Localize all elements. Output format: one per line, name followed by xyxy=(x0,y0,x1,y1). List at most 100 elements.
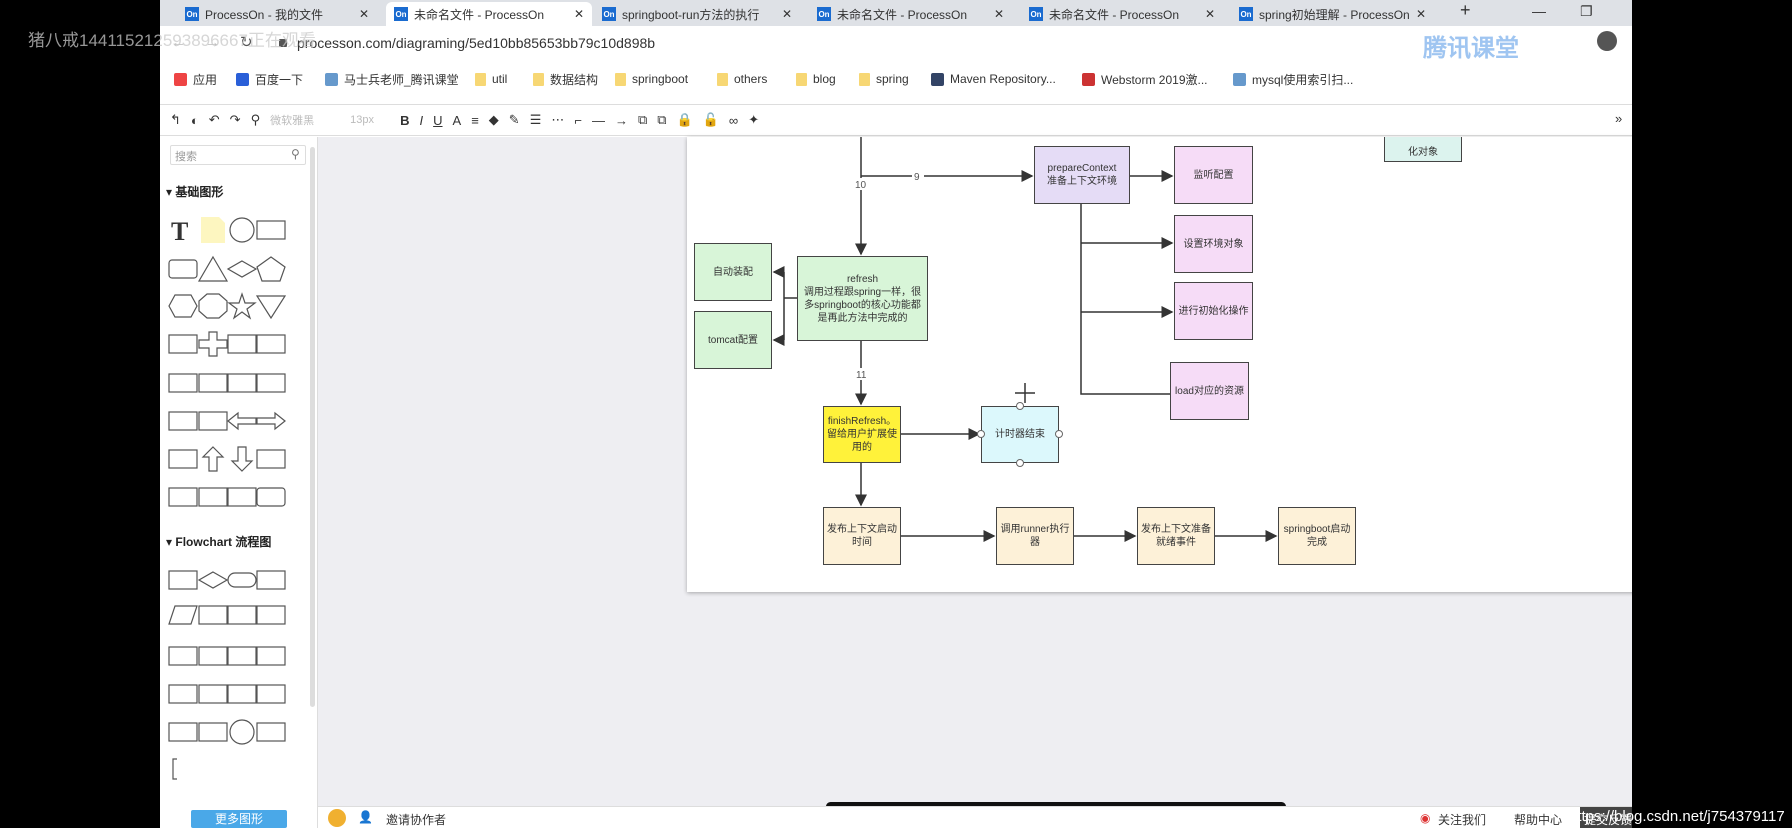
line-color-icon[interactable]: ✎ xyxy=(509,112,520,128)
node-env[interactable]: 设置环境对象 xyxy=(1174,215,1253,273)
redo-icon[interactable]: ↷ xyxy=(230,112,241,128)
format-painter-icon[interactable]: ↰ xyxy=(170,112,181,128)
align-button[interactable]: ≡ xyxy=(471,113,479,128)
bookmark[interactable]: blog xyxy=(796,72,836,86)
url-field[interactable]: processon.com/diagraming/5ed10bb85653bb7… xyxy=(297,35,655,51)
connector-shape-icon[interactable] xyxy=(226,718,258,746)
node-tomcat[interactable]: tomcat配置 xyxy=(694,311,772,369)
close-tab-icon[interactable]: ✕ xyxy=(574,7,584,21)
predefined-shape-icon[interactable] xyxy=(197,601,229,629)
loop-limit-shape-icon[interactable] xyxy=(197,718,229,746)
minimize-button[interactable]: — xyxy=(1532,3,1546,19)
arrow-right-shape-icon[interactable] xyxy=(255,407,287,435)
arrow-left-shape-icon[interactable] xyxy=(226,407,258,435)
corner-shape-icon[interactable] xyxy=(226,483,258,511)
close-tab-icon[interactable]: ✕ xyxy=(359,7,369,21)
underline-button[interactable]: U xyxy=(433,113,442,128)
brace-pair-shape-icon[interactable] xyxy=(167,369,199,397)
banner-shape-icon[interactable] xyxy=(167,330,199,358)
font-family-select[interactable]: 微软雅黑 xyxy=(270,112,340,128)
octagon-shape-icon[interactable] xyxy=(197,292,229,320)
undo-icon[interactable]: ↶ xyxy=(209,112,220,128)
u-arrow-rev-shape-icon[interactable] xyxy=(197,483,229,511)
bookmark[interactable]: others xyxy=(717,72,767,86)
brace-left-shape-icon[interactable] xyxy=(255,369,287,397)
u-arrow-shape-icon[interactable] xyxy=(167,483,199,511)
brace-right-shape-icon[interactable] xyxy=(226,369,258,397)
bookmark[interactable]: 百度一下 xyxy=(236,71,303,88)
search-icon[interactable]: ⚲ xyxy=(291,147,300,161)
preparation-shape-icon[interactable] xyxy=(197,680,229,708)
tab[interactable]: On 未命名文件 - ProcessOn ✕ xyxy=(809,2,1012,26)
circle-shape-icon[interactable] xyxy=(226,216,258,244)
tape-shape-icon[interactable] xyxy=(167,680,199,708)
section-basic-shapes[interactable]: ▾ 基础图形 xyxy=(166,183,223,200)
line-icon[interactable]: — xyxy=(592,113,605,128)
sequential-data-shape-icon[interactable] xyxy=(167,642,199,670)
arrow-both-shape-icon[interactable] xyxy=(167,445,199,473)
follow-us-link[interactable]: 关注我们 xyxy=(1438,811,1486,828)
lock-icon[interactable]: 🔒 xyxy=(677,112,693,128)
tab[interactable]: On spring初始理解 - ProcessOn ✕ xyxy=(1231,2,1434,26)
node-timer[interactable]: 计时器结束 xyxy=(981,406,1059,463)
line-width-icon[interactable]: ☰ xyxy=(530,112,542,128)
node-listen[interactable]: 监听配置 xyxy=(1174,146,1253,204)
node-init[interactable]: 进行初始化操作 xyxy=(1174,282,1253,340)
stored-data-shape-icon[interactable] xyxy=(226,601,258,629)
triangle-shape-icon[interactable] xyxy=(197,255,229,283)
close-tab-icon[interactable]: ✕ xyxy=(994,7,1004,21)
link-icon[interactable]: ∞ xyxy=(729,113,738,128)
arrow-style-icon[interactable]: → xyxy=(615,113,628,128)
manual-operation-shape-icon[interactable] xyxy=(226,680,258,708)
font-size-select[interactable]: 13px xyxy=(350,114,390,126)
new-tab-button[interactable]: + xyxy=(1460,0,1471,21)
annotation-shape-icon[interactable] xyxy=(167,755,199,783)
line-style-icon[interactable]: ⋯ xyxy=(551,112,564,128)
bookmark[interactable]: util xyxy=(475,72,507,86)
parallel-shape-icon[interactable] xyxy=(167,718,199,746)
hexagon-shape-icon[interactable] xyxy=(167,292,199,320)
magic-icon[interactable]: ✦ xyxy=(748,112,759,128)
shape-search-input[interactable]: 搜索 xyxy=(170,145,306,165)
more-shapes-button[interactable]: 更多图形 xyxy=(191,810,287,828)
tab[interactable]: On springboot-run方法的执行 ✕ xyxy=(594,2,800,26)
bookmark[interactable]: springboot xyxy=(615,72,688,86)
font-color-button[interactable]: A xyxy=(453,113,462,128)
close-tab-icon[interactable]: ✕ xyxy=(1416,7,1426,21)
manual-input-shape-icon[interactable] xyxy=(226,642,258,670)
node-done[interactable]: springboot启动完成 xyxy=(1278,507,1356,565)
arrow-up-shape-icon[interactable] xyxy=(197,445,229,473)
connector-type-icon[interactable]: ⌐ xyxy=(574,113,582,128)
direct-data-shape-icon[interactable] xyxy=(197,642,229,670)
node-refresh[interactable]: refresh 调用过程跟spring一样，很多springboot的核心功能都… xyxy=(797,256,928,341)
node-auto[interactable]: 自动装配 xyxy=(694,243,772,301)
sidebar-scrollbar[interactable] xyxy=(310,147,315,707)
help-center-link[interactable]: 帮助中心 xyxy=(1514,811,1562,828)
bracket-pair-shape-icon[interactable] xyxy=(197,369,229,397)
section-flowchart[interactable]: ▾ Flowchart 流程图 xyxy=(166,533,271,550)
arrow-updown-shape-icon[interactable] xyxy=(255,445,287,473)
node-hua[interactable]: 化对象 xyxy=(1384,137,1462,162)
inverted-triangle-shape-icon[interactable] xyxy=(255,292,287,320)
data-shape-icon[interactable] xyxy=(167,601,199,629)
offpage-shape-icon[interactable] xyxy=(255,718,287,746)
bookmark[interactable]: spring xyxy=(859,72,909,86)
diagram-canvas[interactable]: ✥ƒ▭▣▯↺✉ xyxy=(318,137,1632,811)
note-shape-icon[interactable] xyxy=(197,216,229,244)
rect-shape-icon[interactable] xyxy=(255,216,287,244)
star-shape-icon[interactable] xyxy=(226,292,258,320)
fill-color-icon[interactable]: ◆ xyxy=(489,112,499,128)
cross-shape-icon[interactable] xyxy=(197,330,229,358)
document-shape-icon[interactable] xyxy=(255,566,287,594)
tab[interactable]: On 未命名文件 - ProcessOn ✕ xyxy=(386,2,592,26)
bookmark[interactable]: 应用 xyxy=(174,71,217,88)
text-shape-icon[interactable]: T xyxy=(167,216,199,246)
cloud-shape-icon[interactable] xyxy=(226,330,258,358)
speech-shape-icon[interactable] xyxy=(255,330,287,358)
style-icon[interactable]: ◐ xyxy=(191,113,199,128)
rect-small-shape-icon[interactable] xyxy=(255,483,287,511)
drop-shape-icon[interactable] xyxy=(197,407,229,435)
node-finish[interactable]: finishRefresh。留给用户扩展使用的 xyxy=(823,406,901,463)
arrow-down-shape-icon[interactable] xyxy=(226,445,258,473)
node-load[interactable]: load对应的资源 xyxy=(1170,362,1249,420)
